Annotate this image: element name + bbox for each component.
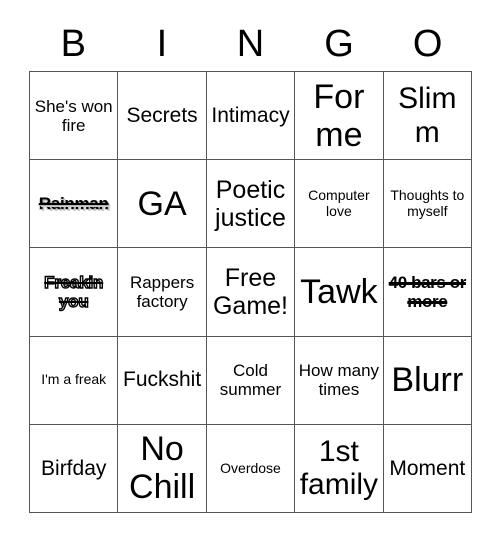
bingo-cell[interactable]: GA bbox=[118, 160, 207, 249]
bingo-cell-marked[interactable]: Rainman bbox=[30, 160, 119, 249]
bingo-cell[interactable]: Blurr bbox=[383, 336, 472, 425]
bingo-cell-label: Slimm bbox=[398, 82, 457, 149]
bingo-cell-label: 40 bars or more bbox=[388, 272, 467, 311]
bingo-cell-label: Freakin you bbox=[43, 272, 104, 311]
bingo-cell[interactable]: Thoughts to myself bbox=[383, 160, 472, 249]
bingo-cell-label: Thoughts to myself bbox=[390, 187, 465, 219]
bingo-cell-label: Intimacy bbox=[211, 103, 290, 127]
bingo-cell-marked[interactable]: 40 bars or more bbox=[383, 248, 472, 337]
bingo-cell[interactable]: Intimacy bbox=[206, 72, 296, 161]
bingo-cell-label: Computer love bbox=[308, 187, 370, 219]
bingo-cell-label: Moment bbox=[389, 456, 466, 480]
bingo-header-letter-i: I bbox=[156, 22, 168, 65]
bingo-cell-label: Rainman bbox=[38, 194, 109, 214]
bingo-card: B I N G O She's won fire Secrets Intimac… bbox=[0, 0, 500, 544]
bingo-header-letter-o: O bbox=[412, 22, 443, 65]
bingo-cell[interactable]: For me bbox=[295, 72, 384, 161]
bingo-cell-marked[interactable]: Freakin you bbox=[30, 248, 119, 337]
bingo-cell[interactable]: Computer love bbox=[295, 160, 384, 249]
bingo-cell[interactable]: Cold summer bbox=[206, 336, 296, 425]
bingo-cell[interactable]: Fuckshit bbox=[118, 336, 207, 425]
bingo-cell[interactable]: Overdose bbox=[206, 424, 296, 513]
bingo-cell[interactable]: Moment bbox=[383, 424, 472, 513]
bingo-header-letter-b: B bbox=[60, 22, 86, 65]
bingo-cell[interactable]: I'm a freak bbox=[30, 336, 119, 425]
bingo-cell-label: No Chill bbox=[129, 430, 196, 507]
bingo-cell[interactable]: Slimm bbox=[383, 72, 472, 161]
bingo-cell-label: Blurr bbox=[391, 361, 464, 400]
bingo-grid: She's won fire Secrets Intimacy For me S… bbox=[29, 71, 472, 513]
bingo-cell-label: Secrets bbox=[126, 103, 198, 127]
bingo-cell-label: Cold summer bbox=[219, 361, 282, 400]
bingo-cell-label: Free Game! bbox=[212, 263, 288, 320]
bingo-cell-label: Birfday bbox=[41, 456, 107, 480]
bingo-cell[interactable]: Birfday bbox=[30, 424, 119, 513]
bingo-header-letter-g: G bbox=[324, 22, 354, 65]
bingo-cell-label: Rappers factory bbox=[129, 272, 195, 311]
bingo-cell[interactable]: Tawk bbox=[295, 248, 384, 337]
bingo-header: B I N G O bbox=[29, 16, 472, 71]
bingo-cell[interactable]: How many times bbox=[295, 336, 384, 425]
bingo-cell[interactable]: Rappers factory bbox=[118, 248, 207, 337]
bingo-cell[interactable]: Free Game! bbox=[206, 248, 296, 337]
bingo-cell-label: For me bbox=[313, 77, 365, 154]
bingo-cell-label: How many times bbox=[298, 361, 380, 400]
bingo-header-letter-n: N bbox=[236, 22, 265, 65]
bingo-cell-label: Tawk bbox=[300, 272, 378, 311]
bingo-cell-label: I'm a freak bbox=[41, 371, 107, 388]
bingo-cell-label: Overdose bbox=[220, 459, 281, 476]
bingo-cell[interactable]: No Chill bbox=[118, 424, 207, 513]
bingo-cell[interactable]: Poetic justice bbox=[206, 160, 296, 249]
bingo-cell-label: She's won fire bbox=[34, 96, 113, 135]
bingo-cell[interactable]: Secrets bbox=[118, 72, 207, 161]
bingo-cell[interactable]: 1st family bbox=[295, 424, 384, 513]
bingo-cell-label: Poetic justice bbox=[215, 175, 286, 232]
bingo-cell-label: 1st family bbox=[299, 434, 379, 502]
bingo-cell-label: Fuckshit bbox=[123, 368, 202, 392]
bingo-cell-label: GA bbox=[137, 184, 187, 223]
bingo-cell[interactable]: She's won fire bbox=[30, 72, 119, 161]
